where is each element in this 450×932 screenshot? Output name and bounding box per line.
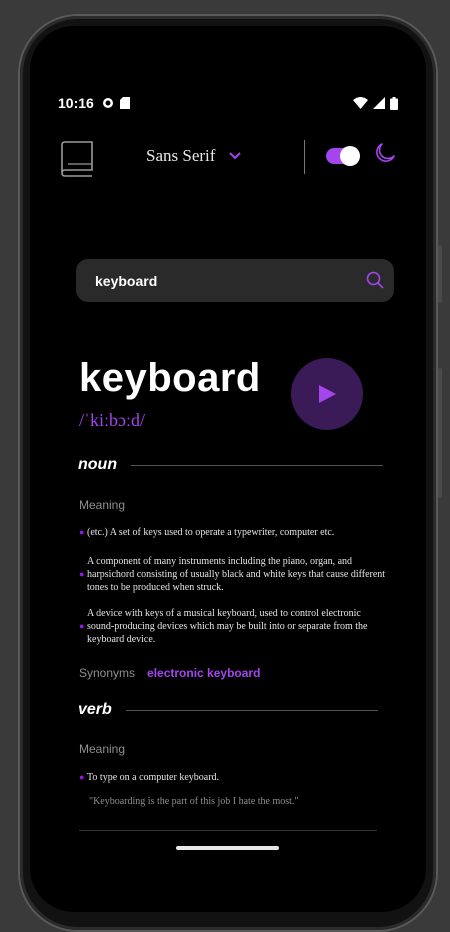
- volume-button: [438, 368, 442, 498]
- search-icon[interactable]: [366, 271, 384, 289]
- word-title: keyboard: [79, 356, 261, 400]
- noun-divider: [131, 464, 384, 466]
- noun-heading: noun: [78, 456, 384, 474]
- verb-meaning-label: Meaning: [79, 742, 126, 756]
- app-notification-icon: [102, 98, 113, 108]
- home-indicator[interactable]: [176, 846, 279, 850]
- sd-card-icon: [119, 97, 130, 109]
- verb-divider: [125, 709, 378, 711]
- toggle-knob: [340, 146, 360, 166]
- search-bar[interactable]: [76, 259, 394, 302]
- app-screen: 10:16 Sans Serif keyboard keyboard /ˈkiː…: [30, 26, 426, 912]
- font-selector[interactable]: Sans Serif: [146, 146, 242, 166]
- noun-meaning-label: Meaning: [79, 498, 126, 512]
- moon-icon: [376, 143, 395, 162]
- content-divider: [79, 830, 377, 831]
- book-icon: [61, 141, 93, 177]
- synonym-link[interactable]: electronic keyboard: [147, 666, 260, 680]
- pos-label-noun: noun: [78, 456, 118, 473]
- synonyms-label: Synonyms: [79, 666, 136, 680]
- side-button: [438, 245, 442, 303]
- synonyms-row: Synonyms electronic keyboard: [79, 666, 260, 680]
- play-icon: [319, 385, 336, 403]
- wifi-icon: [353, 97, 368, 109]
- chevron-down-icon: [229, 152, 242, 160]
- bullet-icon: ●: [79, 527, 85, 537]
- status-time: 10:16: [58, 95, 94, 111]
- noun-definition-1: ● (etc.) A set of keys used to operate a…: [79, 527, 335, 538]
- pos-label-verb: verb: [78, 701, 112, 718]
- battery-icon: [390, 96, 398, 110]
- noun-definition-2: ● A component of many instruments includ…: [79, 556, 386, 593]
- app-header: Sans Serif: [58, 138, 402, 178]
- verb-definition-1: ● To type on a computer keyboard.: [79, 772, 220, 783]
- font-selector-label: Sans Serif: [146, 146, 216, 165]
- search-input[interactable]: [93, 271, 347, 290]
- verb-example: "Keyboarding is the part of this job I h…: [89, 796, 299, 807]
- play-audio-button[interactable]: [291, 358, 363, 430]
- status-bar: 10:16: [58, 94, 398, 112]
- bullet-icon: ●: [79, 621, 85, 631]
- word-phonetic: /ˈkiːbɔːd/: [79, 410, 145, 430]
- header-divider: [304, 140, 305, 174]
- bullet-icon: ●: [79, 569, 85, 579]
- signal-icon: [373, 97, 385, 109]
- theme-toggle[interactable]: [326, 146, 360, 166]
- bullet-icon: ●: [79, 772, 85, 782]
- noun-definition-3: ● A device with keys of a musical keyboa…: [79, 608, 368, 645]
- verb-heading: verb: [78, 701, 378, 719]
